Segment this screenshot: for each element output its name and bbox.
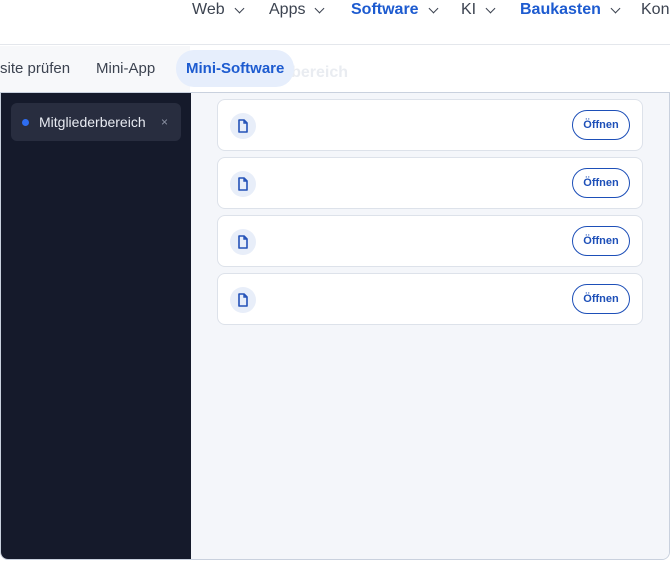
tab-website-pruefen[interactable]: site prüfen <box>0 50 80 87</box>
nav-item-label: Apps <box>269 1 306 18</box>
open-button[interactable]: Öffnen <box>572 168 630 198</box>
document-icon <box>230 287 256 313</box>
nav-item-label: Web <box>192 1 225 18</box>
list-item: Öffnen <box>217 157 643 209</box>
document-icon <box>230 113 256 139</box>
app-window: Mitgliederbereich × Öffnen Öffnen Öffnen <box>0 92 670 560</box>
tab-mini-app[interactable]: Mini-App <box>86 50 165 87</box>
nav-item-web[interactable]: Web <box>192 0 245 20</box>
top-navigation: Web Apps Software KI Baukasten Kon <box>0 0 670 45</box>
sidebar: Mitgliederbereich × <box>1 93 191 559</box>
list-item: Öffnen <box>217 273 643 325</box>
chevron-down-icon <box>315 3 325 13</box>
file-list: Öffnen Öffnen Öffnen Öffnen <box>191 93 669 559</box>
active-dot-icon <box>22 118 29 126</box>
nav-item-software[interactable]: Software <box>351 0 439 20</box>
nav-item-kontakt[interactable]: Kon <box>641 0 669 20</box>
nav-item-label: Baukasten <box>520 1 601 18</box>
tab-label: Mini-App <box>96 60 156 77</box>
list-item: Öffnen <box>217 99 643 151</box>
list-item: Öffnen <box>217 215 643 267</box>
close-icon[interactable]: × <box>161 115 168 129</box>
chevron-down-icon <box>610 3 621 13</box>
tab-label: site prüfen <box>0 60 71 77</box>
document-icon <box>230 229 256 255</box>
nav-item-ki[interactable]: KI <box>461 0 496 20</box>
chevron-down-icon <box>485 3 496 13</box>
open-button[interactable]: Öffnen <box>572 110 630 140</box>
chevron-down-icon <box>234 3 245 13</box>
tab-mini-software[interactable]: Mini-Software <box>176 50 295 87</box>
nav-item-baukasten[interactable]: Baukasten <box>520 0 621 20</box>
tab-label: Mini-Software <box>186 60 285 77</box>
open-button[interactable]: Öffnen <box>572 284 630 314</box>
open-button[interactable]: Öffnen <box>572 226 630 256</box>
nav-item-label: KI <box>461 1 477 18</box>
document-icon <box>230 171 256 197</box>
nav-item-label: Kon <box>641 1 670 18</box>
chevron-down-icon <box>428 3 439 13</box>
nav-item-apps[interactable]: Apps <box>269 0 325 20</box>
sidebar-tab-label: Mitgliederbereich <box>39 114 146 130</box>
nav-item-label: Software <box>351 1 419 18</box>
sidebar-tab-mitgliederbereich[interactable]: Mitgliederbereich × <box>11 103 181 141</box>
sub-tabs: erbereich site prüfen Mini-App Mini-Soft… <box>0 46 670 92</box>
